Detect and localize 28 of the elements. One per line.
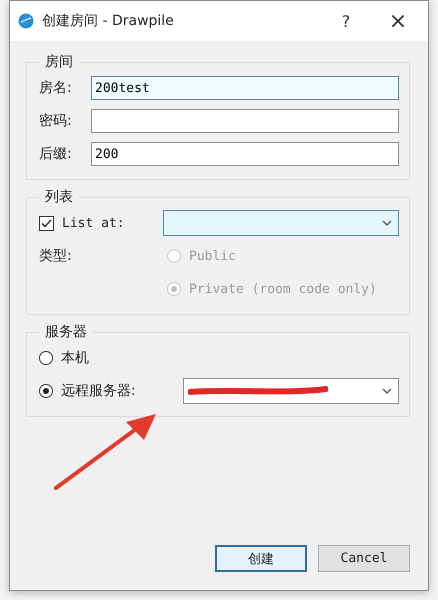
chevron-down-icon — [382, 220, 392, 226]
group-title: 列表 — [44, 188, 74, 206]
field-label: 密码: — [39, 112, 73, 130]
app-logo-icon — [18, 13, 34, 29]
checkbox-label: List at: — [62, 216, 125, 230]
radio-label: Public — [189, 248, 236, 264]
dialog-button[interactable]: 创建 — [215, 545, 307, 572]
server-dropdown[interactable] — [183, 378, 399, 404]
radio-label: Private (room code only) — [189, 282, 377, 296]
input-field[interactable]: 200 — [91, 142, 399, 166]
server-dropdown[interactable] — [163, 210, 399, 236]
field-label: 房名: — [39, 79, 73, 97]
window-title: 创建房间 - Drawpile — [42, 12, 175, 30]
radio-button[interactable] — [39, 384, 53, 398]
checkbox[interactable] — [39, 216, 54, 230]
dialog-button[interactable]: Cancel — [318, 545, 410, 572]
input-field[interactable] — [91, 109, 399, 133]
input-field[interactable]: 200test — [91, 76, 399, 100]
radio-button[interactable] — [39, 351, 53, 365]
radio-label: 本机 — [61, 349, 89, 367]
field-label: 类型: — [39, 247, 73, 265]
group-title: 房间 — [44, 53, 74, 71]
close-button[interactable]: × — [376, 6, 420, 36]
field-label: 后缀: — [39, 145, 73, 163]
group-title: 服务器 — [44, 323, 88, 341]
radio-label: 远程服务器: — [61, 382, 136, 400]
help-button[interactable]: ? — [324, 6, 368, 36]
chevron-down-icon — [382, 388, 392, 394]
